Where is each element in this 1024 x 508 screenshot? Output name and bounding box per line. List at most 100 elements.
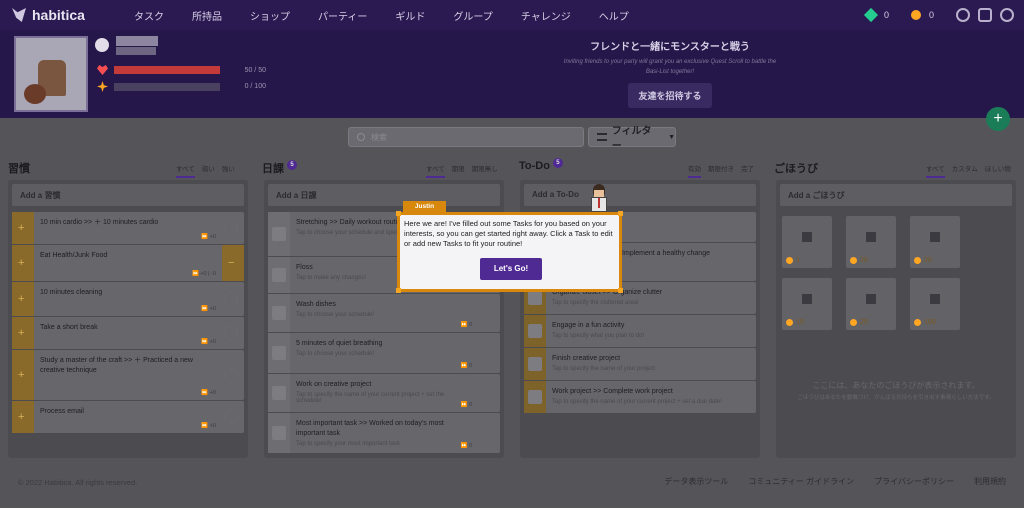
reward-cost: 15 bbox=[786, 319, 804, 326]
habit-plus-button[interactable]: + bbox=[12, 212, 34, 244]
nav-item-1[interactable]: 所持品 bbox=[178, 8, 236, 23]
dailies-streak: ⏩ 0 bbox=[460, 363, 472, 369]
habits-list: +10 min cardio >> ＋ 10 minutes cardio ⏩ +… bbox=[8, 212, 248, 433]
reward-item[interactable]: 100 bbox=[910, 278, 960, 330]
habit-item[interactable]: + Process email ⏩ +0 bbox=[12, 401, 244, 433]
todos-item[interactable]: Finish creative project Tap to specify th… bbox=[524, 348, 756, 380]
filter-icon bbox=[597, 133, 607, 141]
add-daily-input[interactable]: Add a 日課 bbox=[268, 184, 500, 206]
user-level-redacted bbox=[116, 47, 156, 55]
nav-item-4[interactable]: ギルド bbox=[381, 8, 439, 23]
checkbox-icon[interactable] bbox=[528, 291, 542, 305]
todos-title: Finish creative project bbox=[552, 355, 621, 362]
habits-tab-0[interactable]: すべて bbox=[176, 163, 195, 178]
user-menu-icon[interactable] bbox=[1000, 8, 1014, 22]
dailies-item[interactable]: Work on creative project Tap to specify t… bbox=[268, 374, 500, 412]
footer-link[interactable]: コミュニティー ガイドライン bbox=[748, 476, 854, 487]
rewards-title: ごほうび bbox=[774, 163, 818, 175]
todos-tab-2[interactable]: 完了 bbox=[741, 163, 754, 178]
gold-count: 0 bbox=[928, 10, 934, 20]
checkbox-icon[interactable] bbox=[272, 346, 286, 360]
todos-tab-1[interactable]: 期限付き bbox=[708, 163, 734, 178]
habit-minus-button[interactable] bbox=[224, 368, 238, 382]
habit-item[interactable]: +10 min cardio >> ＋ 10 minutes cardio ⏩ +… bbox=[12, 212, 244, 244]
checkbox-icon[interactable] bbox=[272, 386, 286, 400]
checkbox-icon[interactable] bbox=[272, 306, 286, 320]
dailies-checkbox-strip bbox=[268, 257, 290, 293]
reward-item[interactable]: 1 bbox=[782, 216, 832, 268]
habit-streak: ⏩ +0 bbox=[201, 390, 216, 396]
nav-item-6[interactable]: チャレンジ bbox=[507, 8, 585, 23]
checkbox-icon[interactable] bbox=[528, 390, 542, 404]
rewards-empty-sub: ごほうびはあなたを動機づけ、がんばる気持ちを引き出す素晴らしい方法です。 bbox=[797, 395, 995, 401]
search-input[interactable]: 検索 bbox=[348, 127, 584, 147]
experience-row: 0 / 100 bbox=[97, 81, 266, 92]
footer-link[interactable]: データ表示ツール bbox=[664, 476, 728, 487]
avatar[interactable] bbox=[14, 36, 88, 112]
habitica-logo[interactable]: habitica bbox=[12, 7, 112, 23]
add-reward-input[interactable]: Add a ごほうび bbox=[780, 184, 1012, 206]
reward-cost: 20 bbox=[914, 257, 932, 264]
notifications-icon[interactable] bbox=[978, 8, 992, 22]
reward-item[interactable]: 15 bbox=[782, 278, 832, 330]
habit-item[interactable]: + Take a short break ⏩ +0 bbox=[12, 317, 244, 349]
habit-streak: ⏩ +0 | -0 bbox=[191, 271, 216, 277]
footer-link[interactable]: 利用規約 bbox=[974, 476, 1006, 487]
experience-bar bbox=[114, 82, 220, 91]
checkbox-icon[interactable] bbox=[272, 268, 286, 282]
habit-minus-button[interactable] bbox=[224, 410, 238, 424]
add-task-fab[interactable]: + bbox=[986, 107, 1010, 131]
habit-plus-button[interactable]: + bbox=[12, 317, 34, 349]
habits-tab-1[interactable]: 弱い bbox=[202, 163, 215, 178]
checkbox-icon[interactable] bbox=[272, 426, 286, 440]
habit-plus-button[interactable]: + bbox=[12, 401, 34, 433]
dailies-item[interactable]: 5 minutes of quiet breathing Tap to choos… bbox=[268, 333, 500, 373]
habit-plus-button[interactable]: + bbox=[12, 350, 34, 400]
checkbox-icon[interactable] bbox=[528, 357, 542, 371]
dailies-item[interactable]: Wash dishes Tap to choose your schedule! ⏩… bbox=[268, 294, 500, 332]
habit-item[interactable]: + − Eat Health/Junk Food ⏩ +0 | -0 bbox=[12, 245, 244, 281]
dailies-streak: ⏩ 0 bbox=[460, 402, 472, 408]
invite-friends-button[interactable]: 友達を招待する bbox=[628, 83, 712, 108]
plus-icon: + bbox=[18, 257, 25, 269]
nav-item-7[interactable]: ヘルプ bbox=[585, 8, 643, 23]
dailies-item[interactable]: Most important task >> Worked on today's… bbox=[268, 413, 500, 453]
habit-item[interactable]: +10 minutes cleaning ⏩ +0 bbox=[12, 282, 244, 316]
todos-tab-0[interactable]: 有効 bbox=[688, 163, 701, 178]
rewards-tab-2[interactable]: ほしい物 bbox=[985, 163, 1011, 178]
reward-item[interactable]: 20 bbox=[846, 216, 896, 268]
habit-minus-button[interactable] bbox=[224, 326, 238, 340]
reward-item[interactable]: 25 bbox=[846, 278, 896, 330]
habit-minus-button[interactable]: − bbox=[222, 245, 244, 281]
todos-item[interactable]: Engage in a fun activity Tap to specify w… bbox=[524, 315, 756, 347]
habit-title: 10 min cardio >> ＋ 10 minutes cardio bbox=[40, 219, 159, 226]
user-name-redacted bbox=[116, 36, 158, 46]
lets-go-button[interactable]: Let's Go! bbox=[480, 258, 542, 280]
habit-item[interactable]: + Study a master of the craft >> ＋ Practi… bbox=[12, 350, 244, 400]
sync-icon[interactable] bbox=[956, 8, 970, 22]
dailies-tab-2[interactable]: 期限無し bbox=[472, 163, 498, 178]
reward-cost-value: 20 bbox=[860, 257, 868, 264]
checkbox-icon[interactable] bbox=[272, 227, 286, 241]
habit-plus-button[interactable]: + bbox=[12, 245, 34, 281]
todos-item[interactable]: Work project >> Complete work project Tap… bbox=[524, 381, 756, 413]
nav-item-2[interactable]: ショップ bbox=[236, 8, 304, 23]
dailies-tab-0[interactable]: すべて bbox=[426, 163, 445, 178]
add-todo-input[interactable]: Add a To-Do bbox=[524, 184, 756, 206]
nav-item-0[interactable]: タスク bbox=[120, 8, 178, 23]
habit-plus-button[interactable]: + bbox=[12, 282, 34, 316]
rewards-tab-1[interactable]: カスタム bbox=[952, 163, 978, 178]
filter-button[interactable]: フィルター ▼ bbox=[588, 126, 676, 152]
todos-filter-tabs: 有効 期限付き 完了 bbox=[688, 163, 754, 178]
habit-minus-button[interactable] bbox=[224, 221, 238, 235]
habit-minus-button[interactable] bbox=[224, 292, 238, 306]
nav-item-5[interactable]: グループ bbox=[439, 8, 506, 23]
habits-tab-2[interactable]: 強い bbox=[222, 163, 235, 178]
reward-item[interactable]: 20 bbox=[910, 216, 960, 268]
checkbox-icon[interactable] bbox=[528, 324, 542, 338]
rewards-tab-0[interactable]: すべて bbox=[926, 163, 945, 178]
add-habit-input[interactable]: Add a 習慣 bbox=[12, 184, 244, 206]
footer-link[interactable]: プライバシーポリシー bbox=[874, 476, 954, 487]
nav-item-3[interactable]: パーティー bbox=[304, 8, 381, 23]
dailies-tab-1[interactable]: 期限 bbox=[452, 163, 465, 178]
